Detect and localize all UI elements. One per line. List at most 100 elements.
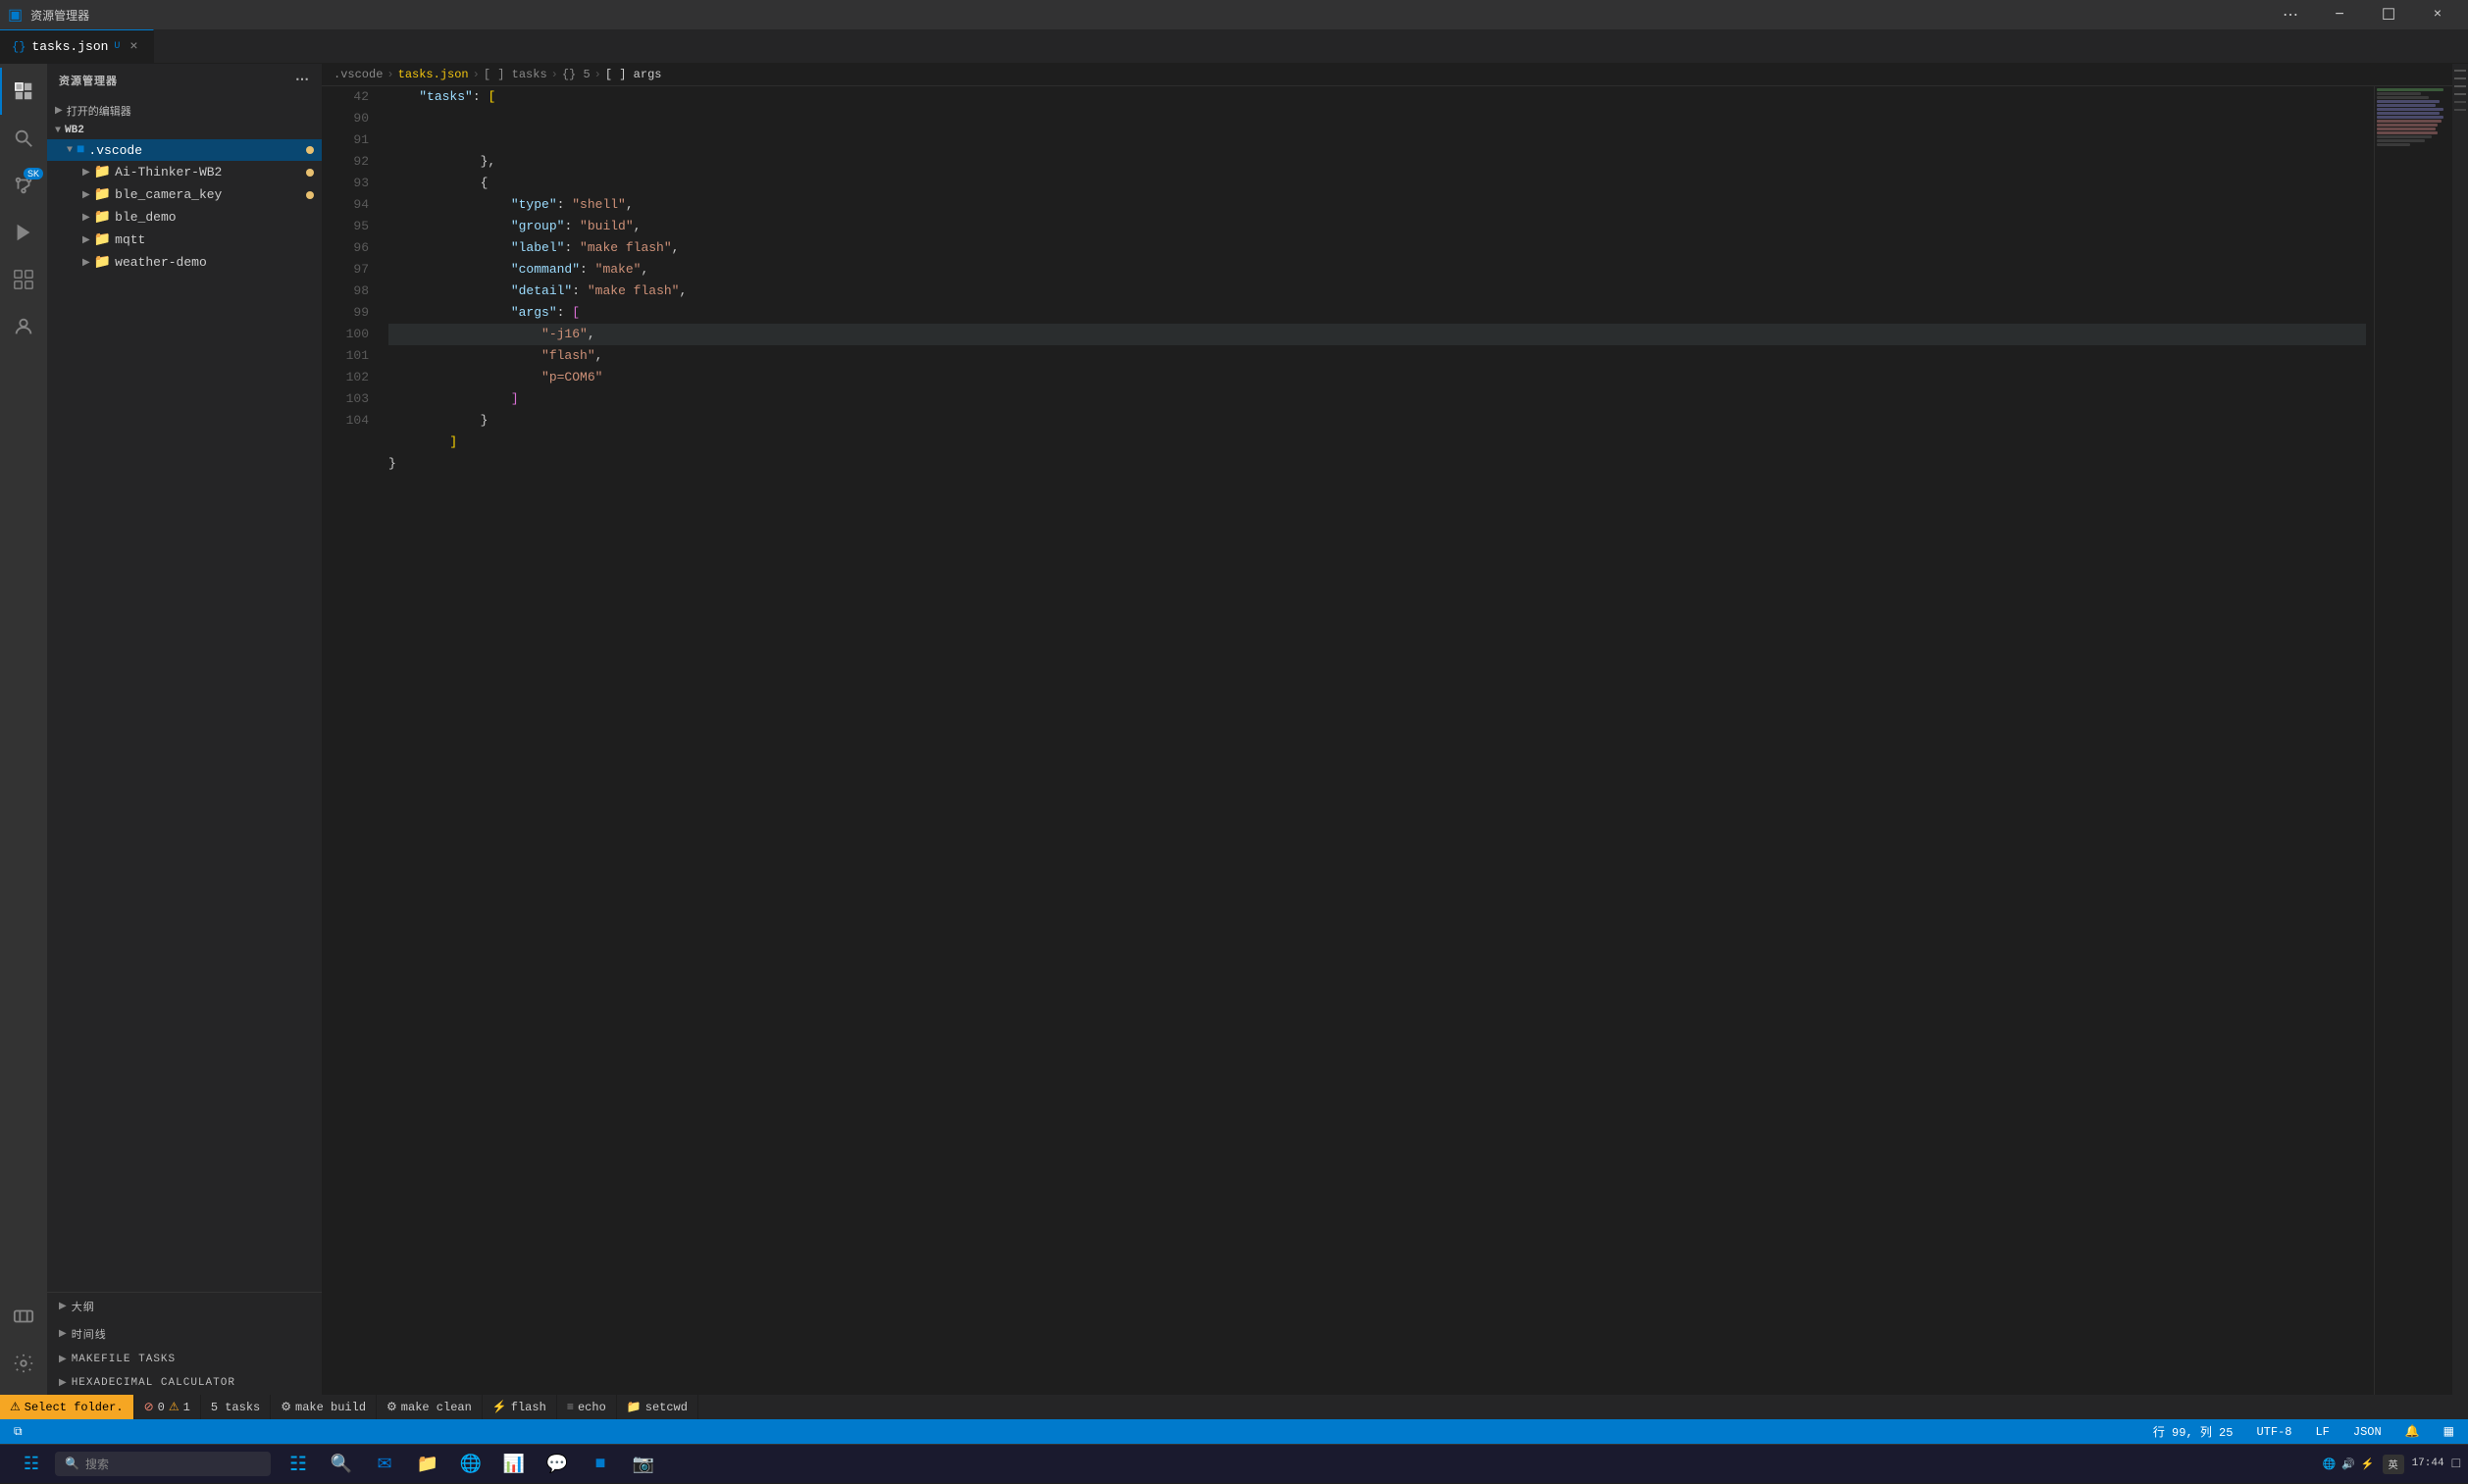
code-line-97: "args": [ [388,302,2366,324]
more-menu-button[interactable]: ⋯ [2268,0,2313,29]
tray-volume[interactable]: 🔊 [2341,1458,2355,1471]
sidebar-header[interactable]: 资源管理器 ⋯ [47,64,322,96]
breadcrumb-tasks-array[interactable]: [ ] tasks [484,68,547,81]
editor-scroll[interactable]: 4290919293949596979899100101102103104 "t… [322,86,2374,1395]
setcwd-icon: 📁 [627,1400,642,1414]
status-cursor-position[interactable]: 行 99, 列 25 [2147,1419,2239,1444]
task-flash[interactable]: ⚡ flash [483,1395,557,1419]
tab-tasks-json[interactable]: {} tasks.json U × [0,29,154,64]
status-encoding[interactable]: UTF-8 [2250,1419,2297,1444]
taskbar-app-camera[interactable]: 📷 [624,1445,663,1484]
activity-settings[interactable] [0,1340,47,1387]
breadcrumb-obj5[interactable]: {} 5 [562,68,591,81]
status-bar-right: 行 99, 列 25 UTF-8 LF JSON 🔔 ▦ [2147,1419,2460,1444]
setcwd-label: setcwd [645,1401,688,1414]
windows-clock[interactable]: 17:44 [2412,1457,2444,1471]
activity-extensions[interactable] [0,256,47,303]
sidebar-item-weather-demo[interactable]: 📁 weather-demo [47,251,322,274]
activity-explorer[interactable] [0,68,47,115]
timeline-panel[interactable]: 时间线 [47,1320,322,1348]
sidebar-item-ai-thinker[interactable]: 📁 Ai-Thinker-WB2 [47,161,322,183]
status-layout[interactable]: ▦ [2438,1419,2460,1444]
tray-network[interactable]: 🌐 [2322,1458,2336,1471]
makefile-label: MAKEFILE TASKS [72,1354,176,1365]
wb2-header[interactable]: WB2 [47,122,322,139]
status-notifications[interactable]: 🔔 [2399,1419,2426,1444]
sidebar-item-ble-camera[interactable]: 📁 ble_camera_key [47,183,322,206]
breadcrumb-args[interactable]: [ ] args [605,68,662,81]
tray-notification[interactable]: □ [2452,1457,2460,1472]
outline-chevron [59,1301,68,1312]
taskbar-app-teams[interactable]: 💬 [538,1445,577,1484]
activity-source-control[interactable]: SK [0,162,47,209]
clock-time: 17:44 [2412,1457,2444,1471]
breadcrumb-vscode[interactable]: .vscode [334,68,383,81]
minimap-bar-5 [2454,101,2466,103]
code-line-gap2 [388,129,2366,151]
ble-camera-label: ble_camera_key [115,187,222,202]
ble-camera-modified-dot [306,191,314,199]
tray-battery[interactable]: ⚡ [2361,1458,2375,1471]
taskbar-app-files[interactable]: 📁 [408,1445,447,1484]
title-bar-left: ▣ 资源管理器 [8,5,2268,25]
open-editors-header[interactable]: 打开的编辑器 [47,100,322,122]
code-content[interactable]: "tasks": [ }, { [381,86,2374,1395]
taskbar-app-2[interactable]: 🔍 [322,1445,361,1484]
sidebar-bottom-panels: 大纲 时间线 MAKEFILE TASKS HEXADECIMAL CALCUL… [47,1292,322,1395]
windows-start-button[interactable]: ☷ [8,1454,55,1475]
taskbar-app-1[interactable]: ☷ [279,1445,318,1484]
make-clean-label: make clean [401,1401,472,1414]
task-warning-select[interactable]: ⚠ Select folder. [0,1395,134,1419]
maximize-button[interactable]: ☐ [2366,0,2411,29]
status-remote-button[interactable]: ⧉ [8,1419,28,1444]
code-line-93: "group": "build", [388,216,2366,237]
code-line-99: "flash", [388,345,2366,367]
status-language[interactable]: JSON [2347,1419,2388,1444]
activity-run[interactable] [0,209,47,256]
make-build-icon: ⚙ [281,1400,291,1414]
tab-modified-indicator: U [114,41,120,52]
error-count: 0 [158,1401,165,1414]
ai-label: Ai-Thinker-WB2 [115,165,222,179]
sidebar-item-ble-demo[interactable]: 📁 ble_demo [47,206,322,229]
makefile-tasks-panel[interactable]: MAKEFILE TASKS [47,1348,322,1371]
outline-label: 大纲 [72,1299,95,1314]
ble-demo-label: ble_demo [115,210,176,225]
taskbar-app-mail[interactable]: ✉ [365,1445,404,1484]
title-bar-right: ⋯ − ☐ × [2268,0,2460,29]
minimap-bar-4 [2454,93,2466,95]
task-make-clean[interactable]: ⚙ make clean [377,1395,483,1419]
outline-panel[interactable]: 大纲 [47,1293,322,1320]
task-error-count[interactable]: ⊘ 0 ⚠ 1 [134,1395,201,1419]
activity-search[interactable] [0,115,47,162]
close-button[interactable]: × [2415,0,2460,29]
windows-search[interactable]: 🔍 搜索 [55,1452,271,1476]
title-bar: ▣ 资源管理器 ⋯ − ☐ × [0,0,2468,29]
activity-remote[interactable] [0,1293,47,1340]
taskbar-app-vscode[interactable]: ■ [581,1445,620,1484]
hex-calculator-panel[interactable]: HEXADECIMAL CALCULATOR [47,1371,322,1395]
status-line-ending[interactable]: LF [2309,1419,2335,1444]
minimize-button[interactable]: − [2317,0,2362,29]
app-icon: ▣ [8,5,23,25]
timeline-chevron [59,1328,68,1340]
activity-accounts[interactable] [0,303,47,350]
code-line-102: } [388,410,2366,432]
code-line-gap [388,108,2366,129]
breadcrumb-tasks-json[interactable]: tasks.json [398,68,469,81]
tab-close-button[interactable]: × [126,39,141,55]
task-tasks-count[interactable]: 5 tasks [201,1395,271,1419]
language-indicator[interactable]: 英 [2383,1455,2404,1474]
sidebar-item-vscode[interactable]: ■ .vscode [47,139,322,161]
task-setcwd[interactable]: 📁 setcwd [617,1395,698,1419]
right-panel [2452,64,2468,1395]
sidebar-item-mqtt[interactable]: 📁 mqtt [47,229,322,251]
taskbar-app-browser[interactable]: 🌐 [451,1445,490,1484]
search-placeholder: 搜索 [85,1456,109,1472]
task-echo[interactable]: ≡ echo [557,1395,617,1419]
taskbar-app-chart[interactable]: 📊 [494,1445,534,1484]
task-make-build[interactable]: ⚙ make build [271,1395,377,1419]
windows-system-tray: 🌐 🔊 ⚡ 英 17:44 □ [2322,1455,2460,1474]
main-container: SK 资源管理器 ⋯ 打开的编辑器 [0,64,2468,1395]
makefile-chevron [59,1354,68,1365]
